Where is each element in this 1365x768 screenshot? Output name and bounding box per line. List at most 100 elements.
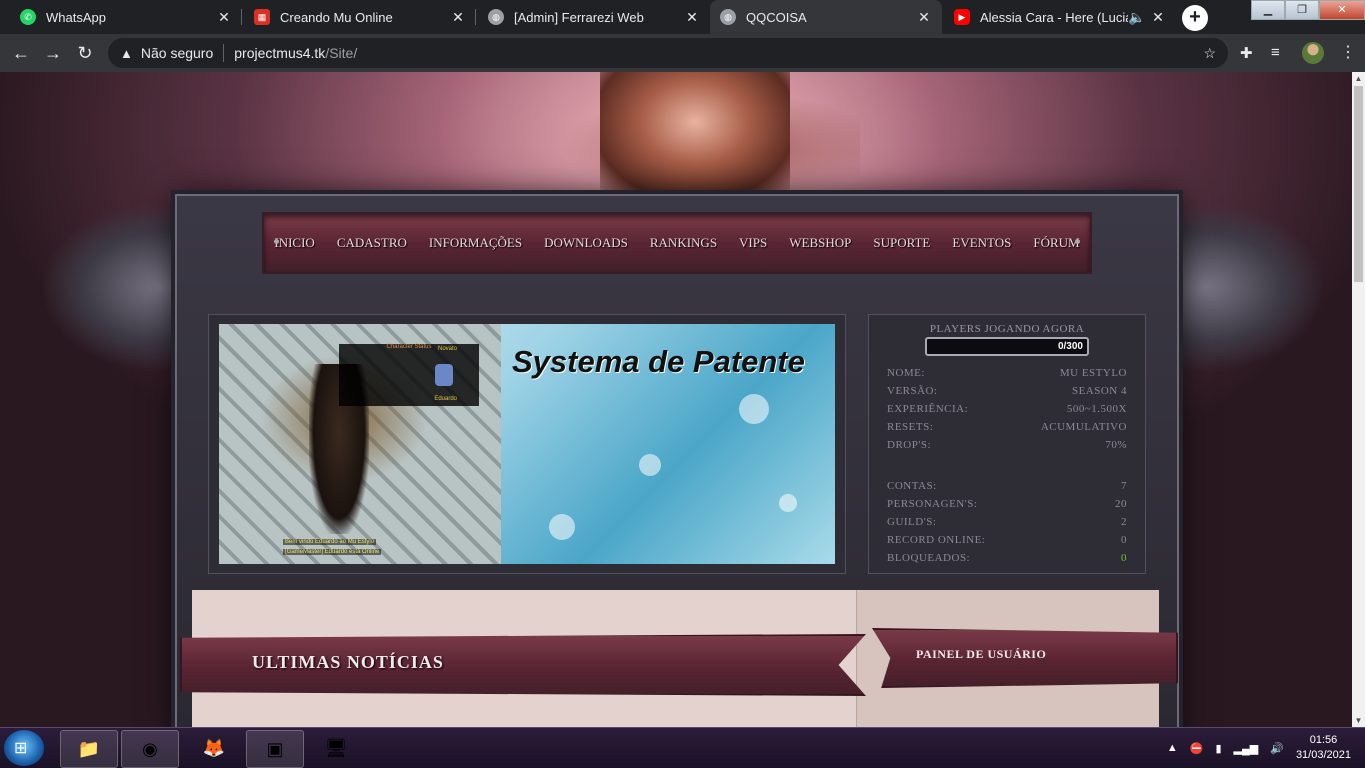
stat-row-bloqueados: BLOQUEADOS: 0 [887, 552, 1127, 564]
close-icon[interactable]: ✕ [684, 9, 700, 26]
audio-icon: 🔈 [1128, 8, 1146, 25]
nav-webshop[interactable]: WEBSHOP [778, 235, 862, 251]
network-app-icon[interactable]: 🖥 [308, 730, 364, 766]
info-value: SEASON 4 [1071, 385, 1127, 397]
bokeh-decoration [779, 494, 797, 512]
stat-value: 7 [1121, 480, 1127, 492]
character-status-window: Character Status Novato Eduardo [339, 344, 479, 406]
info-row-nome: NOME: MU ESTYLO [887, 367, 1127, 379]
tab-creando-mu[interactable]: ▦ Creando Mu Online ✕ [244, 0, 476, 34]
start-button[interactable]: ⊞ [4, 730, 44, 766]
back-button[interactable]: ← [10, 42, 32, 64]
nav-forum[interactable]: FÓRUM [1022, 235, 1090, 251]
url-path[interactable]: /Site/ [325, 45, 357, 61]
info-label: DROP'S: [887, 439, 931, 451]
address-divider [223, 44, 225, 62]
tab-title: Alessia Cara - Here (Lucian [980, 9, 1128, 25]
reload-button[interactable]: ↻ [74, 42, 96, 64]
nav-stud [1075, 239, 1080, 244]
browser-toolbar: ← → ↻ ▲ Não seguro projectmus4.tk /Site/… [0, 34, 1365, 72]
stat-value: 2 [1121, 516, 1127, 528]
tab-whatsapp[interactable]: ✆ WhatsApp ✕ [10, 0, 242, 34]
volume-icon[interactable]: 🔊 [1270, 742, 1284, 755]
user-panel-title: PAINEL DE USUÁRIO [916, 647, 1047, 661]
welcome-message: Bem vindo Eduardo ao Mu Estylo [283, 539, 377, 545]
bookmark-star-icon[interactable]: ☆ [1203, 45, 1216, 62]
profile-avatar[interactable] [1302, 42, 1324, 64]
clock[interactable]: 01:56 31/03/2021 [1296, 733, 1351, 763]
scroll-down-icon[interactable]: ▼ [1352, 716, 1365, 725]
scrollbar-thumb[interactable] [1354, 86, 1363, 282]
address-bar[interactable]: ▲ Não seguro projectmus4.tk /Site/ ☆ [108, 38, 1228, 68]
header-creature-artwork [600, 72, 790, 197]
info-value: 70% [1105, 439, 1127, 451]
nav-suporte[interactable]: SUPORTE [862, 235, 941, 251]
calendar-icon: ▦ [254, 9, 270, 25]
new-tab-button[interactable]: + [1182, 5, 1208, 31]
tab-qqcoisa[interactable]: ◍ QQCOISA ✕ [710, 0, 942, 34]
main-nav: INICIO CADASTRO INFORMAÇÕES DOWNLOADS RA… [262, 212, 1092, 274]
extensions-icon[interactable]: ✚ [1240, 44, 1253, 62]
url-host[interactable]: projectmus4.tk [234, 45, 325, 61]
scroll-up-icon[interactable]: ▲ [1352, 74, 1365, 83]
stat-label: CONTAS: [887, 480, 937, 492]
chrome-icon[interactable]: ◉ [121, 730, 179, 768]
players-count: 0/300 [1057, 341, 1083, 352]
players-online-label: PLAYERS JOGANDO AGORA [929, 323, 1085, 335]
info-row-experiencia: EXPERIÊNCIA: 500~1.500X [887, 403, 1127, 415]
banner-box: Character Status Novato Eduardo Bem vind… [208, 314, 846, 574]
camtasia-icon[interactable]: ▣ [246, 730, 304, 768]
warning-icon[interactable]: ▲ [120, 46, 133, 61]
security-label[interactable]: Não seguro [141, 45, 213, 61]
folder-icon[interactable]: 📁 [60, 730, 118, 768]
network-error-icon[interactable]: ⛔ [1190, 742, 1204, 755]
close-icon[interactable]: ✕ [916, 9, 932, 26]
info-row-drops: DROP'S: 70% [887, 439, 1127, 451]
window-close-button[interactable]: ✕ [1319, 0, 1365, 20]
clock-date: 31/03/2021 [1295, 749, 1351, 761]
tab-separator [241, 9, 242, 25]
banner-slide[interactable]: Character Status Novato Eduardo Bem vind… [219, 324, 835, 564]
nav-downloads[interactable]: DOWNLOADS [533, 235, 639, 251]
tab-separator [475, 9, 476, 25]
rank-label: Novato [437, 346, 457, 352]
tab-youtube[interactable]: ▶ Alessia Cara - Here (Lucian 🔈 ✕ [944, 0, 1176, 34]
tab-admin-ferrarezi[interactable]: ◍ [Admin] Ferrarezi Web ✕ [478, 0, 710, 34]
media-control-icon[interactable]: ≡ [1271, 44, 1280, 61]
power-icon[interactable]: ▮ [1215, 742, 1221, 755]
page-scrollbar[interactable]: ▲ ▼ [1352, 72, 1365, 727]
nav-inicio[interactable]: INICIO [263, 235, 325, 251]
close-icon[interactable]: ✕ [450, 9, 466, 26]
firefox-icon[interactable]: 🦊 [186, 730, 242, 766]
nav-vips[interactable]: VIPS [728, 235, 778, 251]
info-label: EXPERIÊNCIA: [887, 403, 969, 415]
maximize-button[interactable]: ❐ [1285, 0, 1319, 20]
signal-icon[interactable]: ▂▄▆ [1234, 742, 1259, 755]
close-icon[interactable]: ✕ [1150, 9, 1166, 26]
nav-rankings[interactable]: RANKINGS [639, 235, 728, 251]
game-screenshot: Character Status Novato Eduardo Bem vind… [219, 324, 501, 564]
players-progress-bar: 0/300 [925, 337, 1089, 356]
web-page: INICIO CADASTRO INFORMAÇÕES DOWNLOADS RA… [0, 72, 1352, 727]
close-icon[interactable]: ✕ [216, 9, 232, 26]
nav-list: INICIO CADASTRO INFORMAÇÕES DOWNLOADS RA… [263, 235, 1090, 251]
nav-cadastro[interactable]: CADASTRO [326, 235, 418, 251]
info-value: ACUMULATIVO [1040, 421, 1127, 433]
system-tray: ▲ ⛔ ▮ ▂▄▆ 🔊 01:56 31/03/2021 [1167, 732, 1351, 764]
tray-expand-icon[interactable]: ▲ [1167, 742, 1178, 754]
character-name: Eduardo [434, 396, 457, 402]
stat-row-contas: CONTAS: 7 [887, 480, 1127, 492]
browser-menu-icon[interactable]: ⋮ [1340, 42, 1356, 62]
stat-label: GUILD'S: [887, 516, 937, 528]
info-label: VERSÃO: [887, 385, 938, 397]
tab-title: [Admin] Ferrarezi Web [514, 9, 644, 25]
minimize-button[interactable]: ▁ [1251, 0, 1285, 20]
nav-eventos[interactable]: EVENTOS [941, 235, 1022, 251]
youtube-icon: ▶ [954, 9, 970, 25]
bokeh-decoration [639, 454, 661, 476]
forward-button[interactable]: → [42, 42, 64, 64]
info-value: MU ESTYLO [1059, 367, 1127, 379]
tab-title: QQCOISA [746, 9, 807, 25]
nav-informacoes[interactable]: INFORMAÇÕES [418, 235, 533, 251]
stat-row-personagens: PERSONAGEN'S: 20 [887, 498, 1127, 510]
